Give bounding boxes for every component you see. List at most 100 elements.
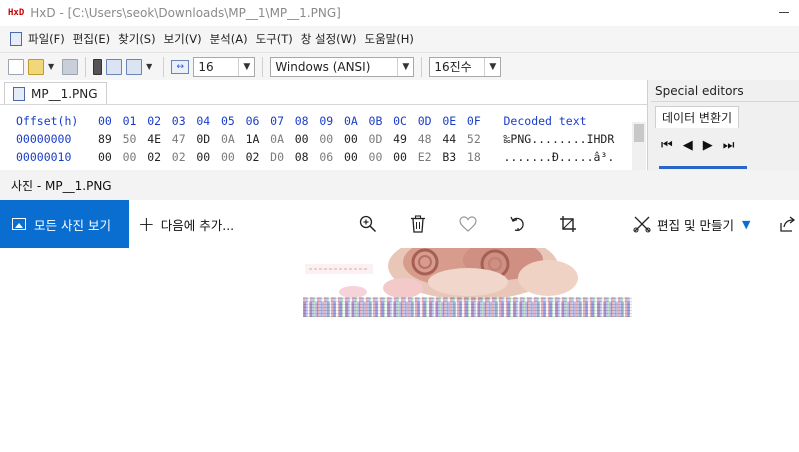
hex-byte[interactable]: E2	[418, 148, 443, 166]
minimize-icon[interactable]	[779, 12, 789, 13]
column-header: 0C	[393, 114, 407, 128]
chevron-down-icon[interactable]: ▼	[397, 57, 413, 76]
delete-button[interactable]	[404, 210, 432, 238]
hex-byte[interactable]: 52	[467, 130, 492, 148]
hex-byte[interactable]: 00	[98, 148, 123, 166]
hex-byte[interactable]: 47	[172, 130, 197, 148]
disk-drive-icon[interactable]	[106, 58, 123, 75]
hex-byte[interactable]: B3	[442, 148, 467, 166]
hex-grid[interactable]: Offset(h) 00 01 02 03 04 05 06 07 08 09 …	[16, 112, 614, 166]
add-to-button[interactable]: + 다음에 추가...	[138, 200, 234, 248]
menu-search[interactable]: 찾기(S)	[118, 31, 155, 47]
hex-byte[interactable]: 4E	[147, 130, 172, 148]
menu-help[interactable]: 도움말(H)	[365, 31, 414, 47]
hex-byte[interactable]: 18	[467, 148, 492, 166]
hxd-menu-icon[interactable]	[10, 32, 22, 46]
menu-tools[interactable]: 도구(T)	[256, 31, 293, 47]
last-record-icon[interactable]: ⏭	[723, 138, 735, 153]
share-button[interactable]	[773, 210, 799, 238]
hex-byte[interactable]: 89	[98, 130, 123, 148]
hex-byte[interactable]: D0	[270, 148, 295, 166]
hxd-window: HxD HxD - [C:\Users\seok\Downloads\MP__1…	[0, 0, 799, 170]
toolbar-separator	[85, 56, 87, 77]
rotate-button[interactable]	[504, 210, 532, 238]
hex-byte[interactable]: 02	[172, 148, 197, 166]
menu-analysis[interactable]: 분석(A)	[210, 31, 248, 47]
hex-byte[interactable]: 00	[123, 148, 148, 166]
offset-header: Offset(h)	[16, 114, 79, 128]
hex-header-row: Offset(h) 00 01 02 03 04 05 06 07 08 09 …	[16, 112, 614, 130]
previous-record-icon[interactable]: ◀	[683, 138, 693, 153]
photo-image[interactable]	[303, 248, 632, 317]
hex-byte[interactable]: 0A	[221, 130, 246, 148]
next-record-icon[interactable]: ▶	[703, 138, 713, 153]
see-all-photos-button[interactable]: 모든 사진 보기	[0, 200, 129, 248]
hex-data-row[interactable]: 00000000 89 50 4E 47 0D 0A 1A 0A 00 00 0…	[16, 130, 614, 148]
charset-select[interactable]: Windows (ANSI) ▼	[270, 56, 415, 77]
hex-byte[interactable]: 1A	[246, 130, 271, 148]
zoom-button[interactable]	[354, 210, 382, 238]
hex-byte[interactable]: 06	[319, 148, 344, 166]
crop-button[interactable]	[554, 210, 582, 238]
new-file-icon[interactable]	[8, 58, 24, 75]
hex-byte[interactable]: 00	[221, 148, 246, 166]
memory-dropdown-arrow-icon[interactable]: ▼	[146, 62, 152, 71]
menu-edit[interactable]: 편집(E)	[73, 31, 110, 47]
process-memory-icon[interactable]	[126, 58, 143, 75]
gallery-icon	[12, 218, 26, 230]
rotate-icon	[510, 216, 524, 232]
chevron-down-icon[interactable]: ▼	[484, 57, 500, 76]
offset-base-select[interactable]: 16진수 ▼	[429, 56, 502, 77]
hex-byte[interactable]: 00	[319, 130, 344, 148]
bytes-per-row-select[interactable]: 16 ▼	[193, 56, 256, 77]
hex-byte[interactable]: 00	[393, 148, 418, 166]
hxd-app-icon: HxD	[8, 8, 25, 18]
hex-byte[interactable]: 00	[344, 130, 369, 148]
menu-view[interactable]: 보기(V)	[164, 31, 202, 47]
scrollbar-thumb[interactable]	[634, 124, 644, 142]
hex-byte[interactable]: 00	[369, 148, 394, 166]
hex-byte[interactable]: 0D	[196, 130, 221, 148]
ram-icon[interactable]	[93, 58, 103, 75]
decoded-text[interactable]: ‰PNG........IHDR	[504, 130, 615, 148]
column-header: 05	[220, 114, 235, 128]
first-record-icon[interactable]: ⏮	[661, 138, 673, 153]
save-disk-icon[interactable]	[62, 58, 79, 75]
hex-byte[interactable]: 00	[196, 148, 221, 166]
edit-create-button[interactable]: 편집 및 만들기 ▼	[633, 200, 750, 248]
charset-value: Windows (ANSI)	[275, 59, 371, 74]
hex-data-row[interactable]: 00000010 00 00 02 02 00 00 02 D0 08 06 0…	[16, 148, 614, 166]
decoded-text[interactable]: .......Ð.....â³.	[504, 148, 615, 166]
column-header: 0F	[466, 114, 481, 128]
file-tab[interactable]: MP__1.PNG	[4, 82, 107, 104]
favorite-button[interactable]	[454, 210, 482, 238]
hex-byte[interactable]: 00	[344, 148, 369, 166]
hex-byte[interactable]: 02	[246, 148, 271, 166]
column-header: 06	[245, 114, 260, 128]
hex-byte[interactable]: 00	[295, 130, 320, 148]
hex-byte[interactable]: 49	[393, 130, 418, 148]
hex-byte[interactable]: 44	[442, 130, 467, 148]
menu-file[interactable]: 파일(F)	[28, 31, 65, 47]
menu-window[interactable]: 창 설정(W)	[301, 31, 357, 47]
hex-byte[interactable]: 48	[418, 130, 443, 148]
hex-byte[interactable]: 0A	[270, 130, 295, 148]
column-header: 0A	[343, 114, 358, 128]
hxd-toolbar: ▼ ▼ ↔ 16 ▼ Windows (ANSI) ▼ 16진수 ▼	[0, 52, 799, 80]
hex-editor-pane[interactable]: MP__1.PNG Offset(h) 00 01 02 03 04 05 06…	[0, 80, 648, 170]
photos-window: 사진 - MP__1.PNG 모든 사진 보기 + 다음에 추가... 편집 및…	[0, 170, 799, 452]
hex-byte[interactable]: 50	[123, 130, 148, 148]
hex-byte[interactable]: 08	[295, 148, 320, 166]
tab-data-inspector[interactable]: 데이터 변환기	[655, 106, 740, 128]
photo-artwork	[303, 248, 632, 300]
open-dropdown-arrow-icon[interactable]: ▼	[48, 62, 54, 71]
hex-vertical-scrollbar[interactable]	[632, 122, 646, 170]
chevron-down-icon[interactable]: ▼	[238, 57, 254, 76]
hex-byte[interactable]: 02	[147, 148, 172, 166]
open-folder-icon[interactable]	[28, 58, 44, 75]
chevron-down-icon: ▼	[741, 217, 751, 231]
photo-canvas[interactable]	[0, 248, 799, 452]
column-header: 0E	[442, 114, 457, 128]
hex-byte[interactable]: 0D	[369, 130, 394, 148]
column-header: 00	[98, 114, 112, 128]
